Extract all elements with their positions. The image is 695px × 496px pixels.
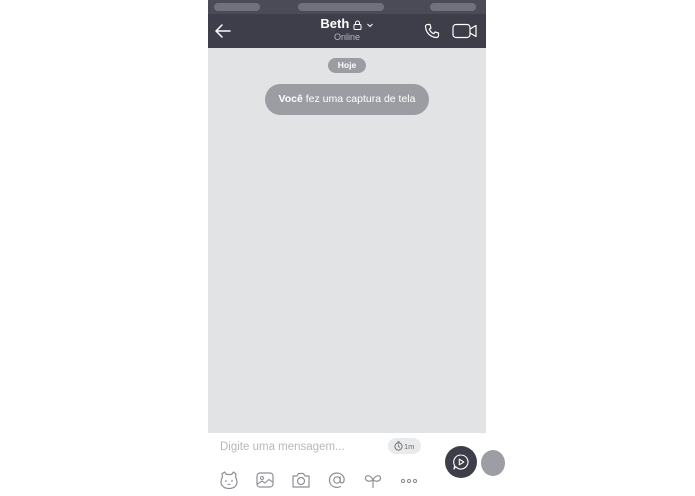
contact-status: Online <box>333 32 360 42</box>
sticker-button[interactable] <box>218 469 240 491</box>
video-call-button[interactable] <box>452 23 478 39</box>
gallery-button[interactable] <box>254 469 276 491</box>
status-bar-blurred <box>298 3 384 11</box>
status-bar <box>208 0 486 14</box>
chat-header: Beth Online <box>208 14 486 48</box>
contact-name: Beth <box>320 16 350 31</box>
video-camera-icon <box>452 23 477 39</box>
more-dots-icon <box>400 478 418 484</box>
clock-icon <box>394 441 403 451</box>
arrow-left-icon <box>215 24 231 38</box>
more-button[interactable] <box>398 469 420 491</box>
send-play-icon <box>453 454 469 470</box>
gallery-icon <box>256 472 274 488</box>
call-button[interactable] <box>423 22 441 40</box>
status-bar-blurred <box>430 3 476 11</box>
notice-text: fez uma captura de tela <box>305 93 416 105</box>
camera-button[interactable] <box>290 469 312 491</box>
cropped-floating-button <box>481 450 505 476</box>
disappearing-timer-button[interactable]: 1m <box>388 438 421 454</box>
back-button[interactable] <box>212 20 234 42</box>
doodle-button[interactable] <box>362 469 384 491</box>
status-bar-blurred <box>214 3 260 11</box>
timer-label: 1m <box>404 442 415 451</box>
screenshot-notice: Você fez uma captura de tela <box>265 84 429 115</box>
composer-bar: 1m <box>208 433 486 496</box>
send-button[interactable] <box>445 446 477 478</box>
message-input[interactable] <box>220 439 390 455</box>
lock-icon <box>353 20 362 30</box>
phone-icon <box>424 23 440 39</box>
date-separator: Hoje <box>328 58 366 73</box>
phone-screen: Beth Online Hoje Você fez uma captura de… <box>208 0 486 496</box>
at-mention-icon <box>328 472 345 488</box>
contact-title[interactable]: Beth Online <box>288 16 406 43</box>
doodle-icon <box>364 475 382 488</box>
message-list[interactable]: Hoje Você fez uma captura de tela <box>208 48 486 433</box>
mention-button[interactable] <box>326 469 348 491</box>
notice-actor: Você <box>278 93 303 105</box>
camera-icon <box>292 472 310 488</box>
sticker-bear-icon <box>220 471 238 490</box>
chevron-down-icon <box>366 23 373 27</box>
